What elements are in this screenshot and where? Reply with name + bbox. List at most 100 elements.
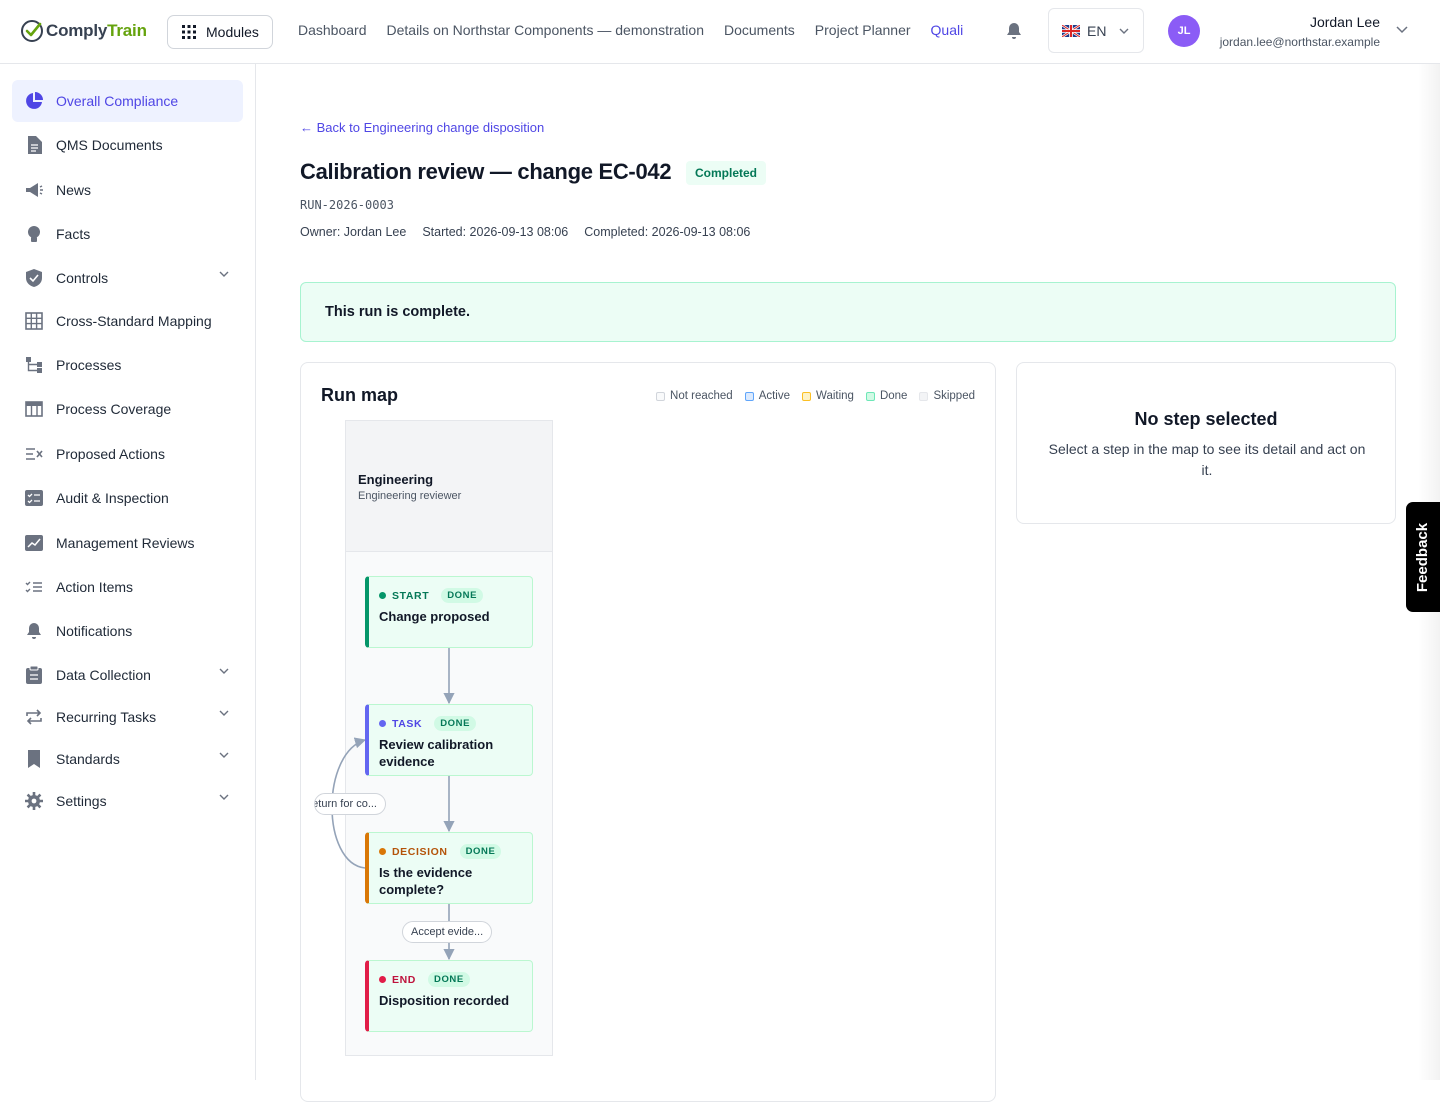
notification-bell-icon[interactable] <box>1006 22 1022 40</box>
sidebar-item-overall-compliance[interactable]: Overall Compliance <box>12 80 243 122</box>
sidebar-item-proposed-actions[interactable]: Proposed Actions <box>12 433 243 475</box>
logo-check-icon <box>21 20 43 42</box>
nav-documents[interactable]: Documents <box>724 22 795 38</box>
kind-dot <box>379 848 386 855</box>
chart-icon <box>24 533 44 553</box>
nav-details[interactable]: Details on Northstar Components — demons… <box>387 22 704 38</box>
sidebar-item-label: Proposed Actions <box>56 446 165 462</box>
grid-icon <box>24 311 44 331</box>
kind-dot <box>379 592 386 599</box>
chevron-down-icon <box>219 752 229 758</box>
sidebar-item-settings[interactable]: Settings <box>12 780 243 822</box>
step-kind-label: DECISION <box>392 845 448 858</box>
sidebar-item-facts[interactable]: Facts <box>12 213 243 255</box>
step-label: Review calibration evidence <box>379 737 494 769</box>
feedback-label: Feedback <box>1414 522 1432 592</box>
run-map-card: Run map Not reached Active Waiting Done … <box>300 362 996 1102</box>
language-selector[interactable]: EN <box>1048 8 1144 53</box>
clipboard-icon <box>24 665 44 685</box>
run-meta: Owner: Jordan Lee Started: 2026-09-13 08… <box>300 225 750 239</box>
grid-dots-icon <box>182 25 196 39</box>
step-kind: TASK DONE <box>379 716 477 731</box>
bell-icon <box>24 621 44 641</box>
user-email: jordan.lee@northstar.example <box>1219 35 1380 49</box>
user-menu-chevron-icon[interactable] <box>1396 26 1408 34</box>
sidebar-item-management-reviews[interactable]: Management Reviews <box>12 522 243 564</box>
step-label: Change proposed <box>379 609 490 624</box>
list-x-icon <box>24 444 44 464</box>
step-status-badge: DONE <box>427 972 470 987</box>
sidebar-item-label: Audit & Inspection <box>56 490 169 506</box>
back-link[interactable]: ← Back to Engineering change disposition <box>300 120 544 135</box>
main-content: ← Back to Engineering change disposition… <box>256 64 1440 1102</box>
detail-body: Select a step in the map to see its deta… <box>1048 441 1366 478</box>
sidebar-item-label: Facts <box>56 226 91 242</box>
sidebar-item-controls[interactable]: Controls <box>12 257 243 299</box>
chevron-down-icon <box>219 710 229 716</box>
feedback-tab[interactable]: Feedback <box>1406 502 1440 612</box>
modules-label: Modules <box>206 24 259 40</box>
kind-dot <box>379 976 386 983</box>
checklist-icon <box>24 488 44 508</box>
step-status-badge: DONE <box>434 716 477 731</box>
step-kind-label: TASK <box>392 717 423 730</box>
sidebar-item-label: Settings <box>56 793 107 809</box>
chevron-down-icon <box>219 271 229 277</box>
sidebar-item-label: Data Collection <box>56 667 151 683</box>
sidebar-item-qms-documents[interactable]: QMS Documents <box>12 124 243 166</box>
step-kind: DECISION DONE <box>379 844 502 859</box>
step-kind-label: END <box>392 973 416 986</box>
sidebar-item-action-items[interactable]: Action Items <box>12 566 243 608</box>
page-title: Calibration review — change EC-042 <box>300 159 672 184</box>
run-id: RUN-2026-0003 <box>300 198 394 212</box>
step-detail-panel: No step selected Select a step in the ma… <box>1016 362 1396 524</box>
sidebar-item-label: Controls <box>56 270 109 286</box>
sidebar-item-label: Management Reviews <box>56 535 195 551</box>
document-icon <box>24 135 44 155</box>
detail-title: No step selected <box>1134 409 1278 429</box>
sidebar-item-label: Processes <box>56 357 122 373</box>
app-logo[interactable]: ComplyTrain <box>20 18 147 44</box>
step-node-end[interactable]: END DONE Disposition recorded <box>365 960 533 1032</box>
sidebar-item-standards[interactable]: Standards <box>12 738 243 780</box>
edge-label-return[interactable]: Return for co... <box>314 793 386 815</box>
sidebar-item-label: Overall Compliance <box>56 93 179 109</box>
logo-text: ComplyTrain <box>46 21 147 40</box>
sidebar-item-label: Recurring Tasks <box>56 709 157 725</box>
checklist-lines-icon <box>24 577 44 597</box>
shield-icon <box>24 268 44 288</box>
sidebar: Overall Compliance QMS Documents News Fa… <box>0 64 256 1080</box>
nav-project-planner[interactable]: Project Planner <box>815 22 911 38</box>
sidebar-item-audit-inspection[interactable]: Audit & Inspection <box>12 477 243 519</box>
step-status-badge: DONE <box>441 588 484 603</box>
language-code: EN <box>1087 22 1107 39</box>
step-label: Is the evidence complete? <box>379 865 473 897</box>
chevron-down-icon <box>219 794 229 800</box>
sidebar-item-data-collection[interactable]: Data Collection <box>12 654 243 696</box>
table-icon <box>24 399 44 419</box>
step-kind: END DONE <box>379 972 470 987</box>
sidebar-item-process-coverage[interactable]: Process Coverage <box>12 388 243 430</box>
user-name[interactable]: Jordan Lee <box>1310 14 1380 30</box>
nav-dashboard[interactable]: Dashboard <box>298 22 367 38</box>
sidebar-item-cross-standard-mapping[interactable]: Cross-Standard Mapping <box>12 300 243 342</box>
sidebar-item-recurring-tasks[interactable]: Recurring Tasks <box>12 696 243 738</box>
sidebar-item-label: News <box>56 182 92 198</box>
uk-flag-icon <box>1062 24 1080 37</box>
sidebar-item-news[interactable]: News <box>12 169 243 211</box>
nav-quali[interactable]: Quali <box>931 22 964 38</box>
step-node-decision[interactable]: DECISION DONE Is the evidence complete? <box>365 832 533 904</box>
sidebar-item-notifications[interactable]: Notifications <box>12 610 243 652</box>
run-completed: Completed: 2026-09-13 08:06 <box>584 225 751 239</box>
edge-label-accept[interactable]: Accept evide... <box>402 921 493 943</box>
lightbulb-icon <box>24 224 44 244</box>
bookmark-icon <box>24 749 44 769</box>
modules-button[interactable]: Modules <box>167 15 273 49</box>
status-badge: Completed <box>686 161 767 185</box>
step-status-badge: DONE <box>459 844 502 859</box>
step-node-start[interactable]: START DONE Change proposed <box>365 576 533 648</box>
avatar[interactable]: JL <box>1168 15 1200 47</box>
step-node-task[interactable]: TASK DONE Review calibration evidence <box>365 704 533 776</box>
step-label: Disposition recorded <box>379 993 510 1008</box>
sidebar-item-processes[interactable]: Processes <box>12 344 243 386</box>
